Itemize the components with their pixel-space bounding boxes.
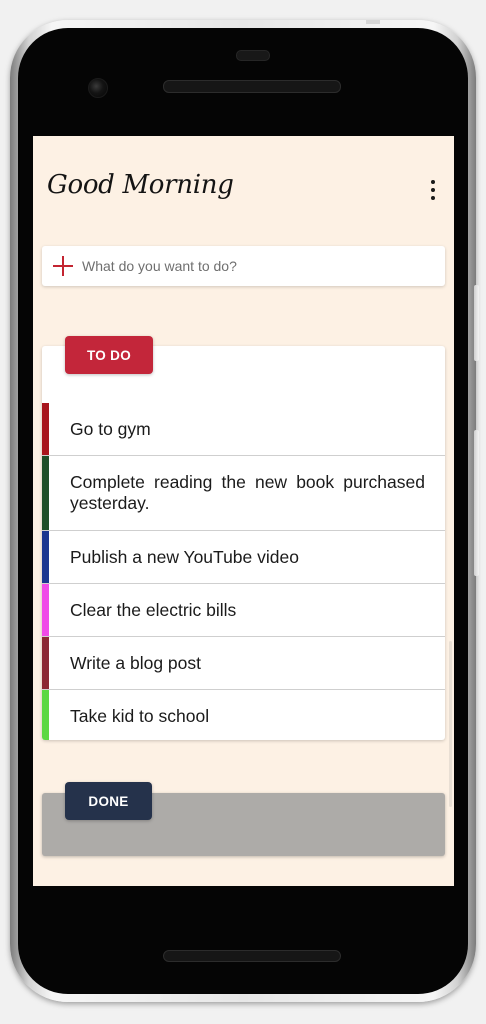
task-color-stripe: [42, 584, 49, 636]
task-color-stripe: [42, 531, 49, 583]
task-item[interactable]: Publish a new YouTube video: [42, 531, 445, 584]
task-color-stripe: [42, 403, 49, 455]
task-item[interactable]: Complete reading the new book purchased …: [42, 456, 445, 531]
front-camera: [88, 78, 108, 98]
todo-card: Go to gym Complete reading the new book p…: [42, 346, 445, 740]
task-item[interactable]: Clear the electric bills: [42, 584, 445, 637]
task-color-stripe: [42, 690, 49, 740]
power-button: [474, 285, 479, 361]
done-section-button[interactable]: DONE: [65, 782, 152, 820]
task-item[interactable]: Take kid to school: [42, 690, 445, 740]
task-text: Publish a new YouTube video: [70, 546, 299, 567]
earpiece-speaker: [163, 80, 341, 93]
task-item[interactable]: Go to gym: [42, 403, 445, 456]
menu-dot: [431, 180, 435, 184]
menu-dot: [431, 196, 435, 200]
add-task-input[interactable]: [82, 246, 432, 286]
proximity-sensor: [236, 50, 270, 61]
todo-section-button[interactable]: TO DO: [65, 336, 153, 374]
app-screen: Good Morning Go to gym Complete reading t…: [33, 136, 454, 886]
task-text: Go to gym: [70, 418, 151, 439]
task-item[interactable]: Write a blog post: [42, 637, 445, 690]
task-color-stripe: [42, 456, 49, 530]
task-text: Write a blog post: [70, 652, 201, 673]
antenna-notch: [366, 20, 380, 24]
task-text: Take kid to school: [70, 705, 210, 726]
todo-list: Go to gym Complete reading the new book p…: [42, 403, 445, 740]
scrollbar[interactable]: [449, 641, 452, 807]
page-title: Good Morning: [47, 170, 234, 200]
volume-button: [474, 430, 479, 576]
task-text: Complete reading the new book purchased …: [70, 472, 425, 513]
menu-dot: [431, 188, 435, 192]
bottom-speaker: [163, 950, 341, 962]
more-vertical-icon[interactable]: [424, 178, 442, 202]
task-text: Clear the electric bills: [70, 599, 237, 620]
add-task-bar: [42, 246, 445, 286]
task-color-stripe: [42, 637, 49, 689]
plus-icon[interactable]: [53, 256, 73, 276]
